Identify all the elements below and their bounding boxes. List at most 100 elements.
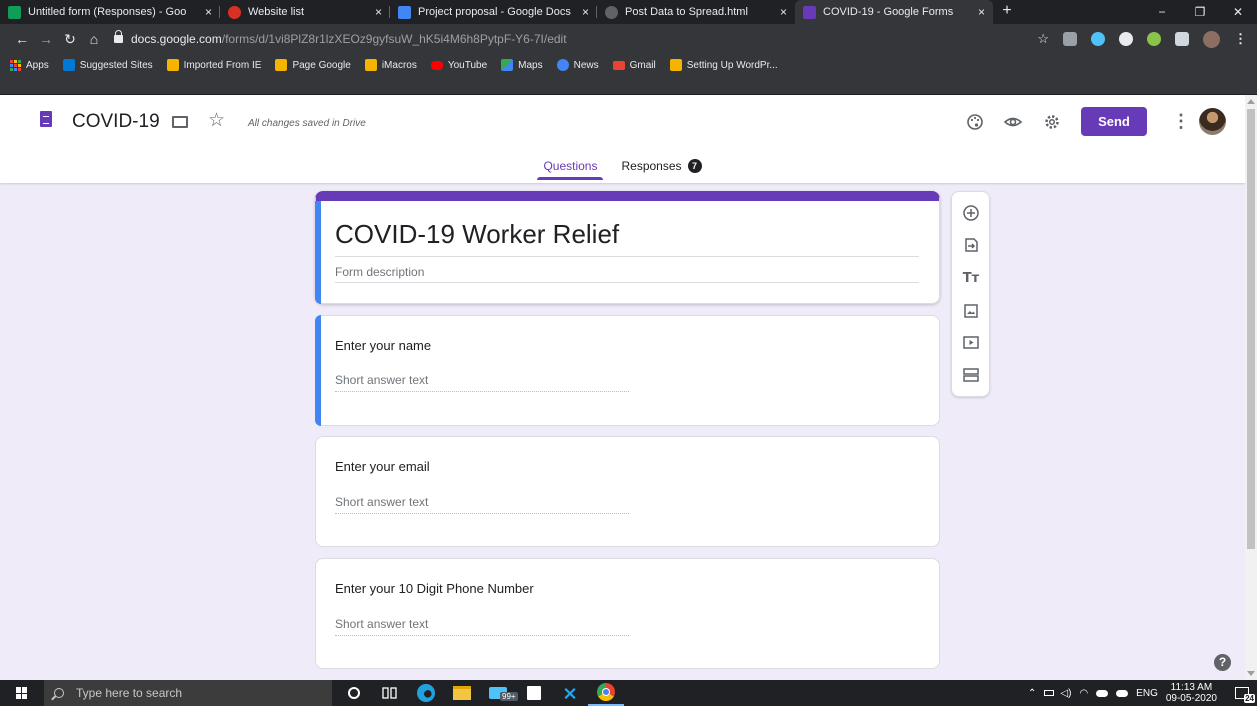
task-view-icon[interactable]	[372, 680, 408, 706]
question-title[interactable]: Enter your 10 Digit Phone Number	[335, 581, 534, 596]
home-icon[interactable]: ⌂	[82, 31, 106, 47]
answer-underline	[335, 513, 629, 514]
scrollbar-thumb[interactable]	[1247, 109, 1255, 549]
extension-icon[interactable]	[1063, 32, 1077, 46]
add-question-icon[interactable]	[962, 204, 980, 222]
reload-icon[interactable]: ↻	[58, 31, 82, 48]
close-tab-icon[interactable]: ×	[978, 5, 985, 19]
language-indicator[interactable]: ENG	[1136, 688, 1158, 699]
bookmark-star-icon[interactable]: ☆	[1037, 31, 1049, 47]
palette-icon[interactable]	[966, 113, 984, 131]
browser-tab[interactable]: Website list ×	[220, 0, 390, 24]
new-tab-button[interactable]: +	[993, 0, 1021, 24]
tab-responses[interactable]: Responses 7	[617, 155, 705, 180]
form-title-card[interactable]: COVID-19 Worker Relief Form description	[315, 191, 940, 304]
edge-browser-icon[interactable]	[408, 680, 444, 706]
folder-icon	[166, 59, 179, 71]
more-options-icon[interactable]: ⋮	[1172, 111, 1190, 132]
back-icon[interactable]: ←	[10, 31, 34, 47]
add-title-icon[interactable]: Tт	[962, 269, 980, 287]
bookmark-imported-from-ie[interactable]: Imported From IE	[166, 57, 261, 73]
browser-tab[interactable]: Post Data to Spread.html ×	[597, 0, 795, 24]
browser-tab-active[interactable]: COVID-19 - Google Forms ×	[795, 0, 993, 24]
settings-gear-icon[interactable]	[1043, 113, 1061, 131]
bookmark-suggested-sites[interactable]: Suggested Sites	[62, 57, 153, 73]
taskbar-clock[interactable]: 11:13 AM 09-05-2020	[1166, 682, 1217, 704]
bookmark-apps[interactable]: Apps	[10, 57, 49, 73]
address-bar[interactable]: docs.google.com /forms/d/1vi8PlZ8r1lzXEO…	[114, 27, 1124, 51]
bookmark-news[interactable]: News	[556, 57, 599, 73]
chrome-menu-icon[interactable]: ⋮	[1234, 31, 1247, 47]
page-scrollbar[interactable]	[1245, 95, 1257, 680]
store-app-icon[interactable]: 99+	[480, 680, 518, 706]
forward-icon[interactable]: →	[34, 31, 58, 47]
close-tab-icon[interactable]: ×	[375, 5, 382, 19]
start-button[interactable]	[0, 680, 44, 706]
send-button[interactable]: Send	[1081, 107, 1147, 136]
extension-icon[interactable]	[1119, 32, 1133, 46]
bookmark-imacros[interactable]: iMacros	[364, 57, 417, 73]
question-card[interactable]: Enter your name Short answer text	[315, 315, 940, 426]
form-document-title[interactable]: COVID-19	[72, 111, 160, 133]
taskbar-search-input[interactable]: Type here to search	[44, 680, 332, 706]
avatar[interactable]	[1199, 108, 1226, 135]
windows-logo-icon	[16, 687, 28, 699]
minimize-button[interactable]: −	[1143, 0, 1181, 24]
add-section-icon[interactable]	[962, 366, 980, 384]
extension-icon[interactable]	[1175, 32, 1189, 46]
bookmark-youtube[interactable]: YouTube	[430, 57, 488, 73]
close-tab-icon[interactable]: ×	[582, 5, 589, 19]
extensions-area: ☆ ⋮	[1037, 24, 1247, 54]
question-card[interactable]: Enter your email Short answer text	[315, 436, 940, 547]
vscode-icon[interactable]: ⨯	[552, 680, 588, 706]
file-favicon-icon	[605, 5, 618, 19]
scroll-up-arrow-icon[interactable]	[1247, 99, 1255, 104]
cortana-icon[interactable]	[336, 680, 372, 706]
bookmark-setting-up-wordpress[interactable]: Setting Up WordPr...	[669, 57, 778, 73]
chrome-icon[interactable]	[588, 680, 624, 706]
forms-logo-icon[interactable]	[40, 111, 52, 127]
profile-avatar-icon[interactable]	[1203, 30, 1220, 48]
apps-grid-icon	[10, 59, 21, 71]
browser-tab[interactable]: Untitled form (Responses) - Goo ×	[0, 0, 220, 24]
form-title-field[interactable]: COVID-19 Worker Relief	[335, 219, 619, 250]
question-title[interactable]: Enter your email	[335, 459, 430, 474]
add-image-icon[interactable]	[962, 302, 980, 320]
import-questions-icon[interactable]	[962, 236, 980, 254]
browser-tab[interactable]: Project proposal - Google Docs ×	[390, 0, 597, 24]
close-tab-icon[interactable]: ×	[780, 5, 787, 19]
form-description-field[interactable]: Form description	[335, 265, 424, 279]
restore-button[interactable]: ❐	[1181, 0, 1219, 24]
microsoft-store-icon[interactable]	[516, 680, 552, 706]
battery-icon[interactable]	[1044, 690, 1055, 696]
tab-questions[interactable]: Questions	[537, 155, 604, 180]
onedrive-icon[interactable]	[1096, 689, 1109, 697]
file-explorer-icon[interactable]	[444, 680, 480, 706]
cloud-icon[interactable]	[1116, 689, 1129, 697]
close-tab-icon[interactable]: ×	[205, 5, 212, 19]
question-card[interactable]: Enter your 10 Digit Phone Number Short a…	[315, 558, 940, 669]
help-icon[interactable]: ?	[1214, 654, 1231, 671]
show-hidden-icons-icon[interactable]: ⌃	[1028, 688, 1036, 699]
volume-icon[interactable]: ◁)	[1060, 688, 1071, 699]
question-title[interactable]: Enter your name	[335, 338, 431, 353]
bookmark-gmail[interactable]: Gmail	[612, 57, 656, 73]
move-to-folder-icon[interactable]	[172, 116, 188, 128]
preview-eye-icon[interactable]	[1004, 113, 1022, 131]
bookmark-page-google[interactable]: Page Google	[275, 57, 351, 73]
action-center-icon[interactable]: 24	[1227, 680, 1257, 706]
form-tabs: Questions Responses 7	[0, 155, 1245, 183]
store-badge: 99+	[500, 692, 518, 701]
browser-toolbar: ← → ↻ ⌂ docs.google.com /forms/d/1vi8PlZ…	[0, 24, 1257, 54]
star-icon[interactable]: ☆	[208, 109, 225, 132]
scroll-down-arrow-icon[interactable]	[1247, 671, 1255, 676]
extension-icon[interactable]	[1091, 32, 1105, 46]
bookmark-label: YouTube	[447, 59, 488, 71]
bookmark-maps[interactable]: Maps	[501, 57, 543, 73]
save-status: All changes saved in Drive	[248, 118, 366, 129]
add-video-icon[interactable]	[962, 333, 980, 351]
extension-icon[interactable]	[1147, 32, 1161, 46]
wifi-icon[interactable]: ◠	[1079, 688, 1088, 699]
close-window-button[interactable]: ✕	[1219, 0, 1257, 24]
url-path: /forms/d/1vi8PlZ8r1lzXEOz9gyfsuW_hK5i4M6…	[221, 32, 567, 46]
